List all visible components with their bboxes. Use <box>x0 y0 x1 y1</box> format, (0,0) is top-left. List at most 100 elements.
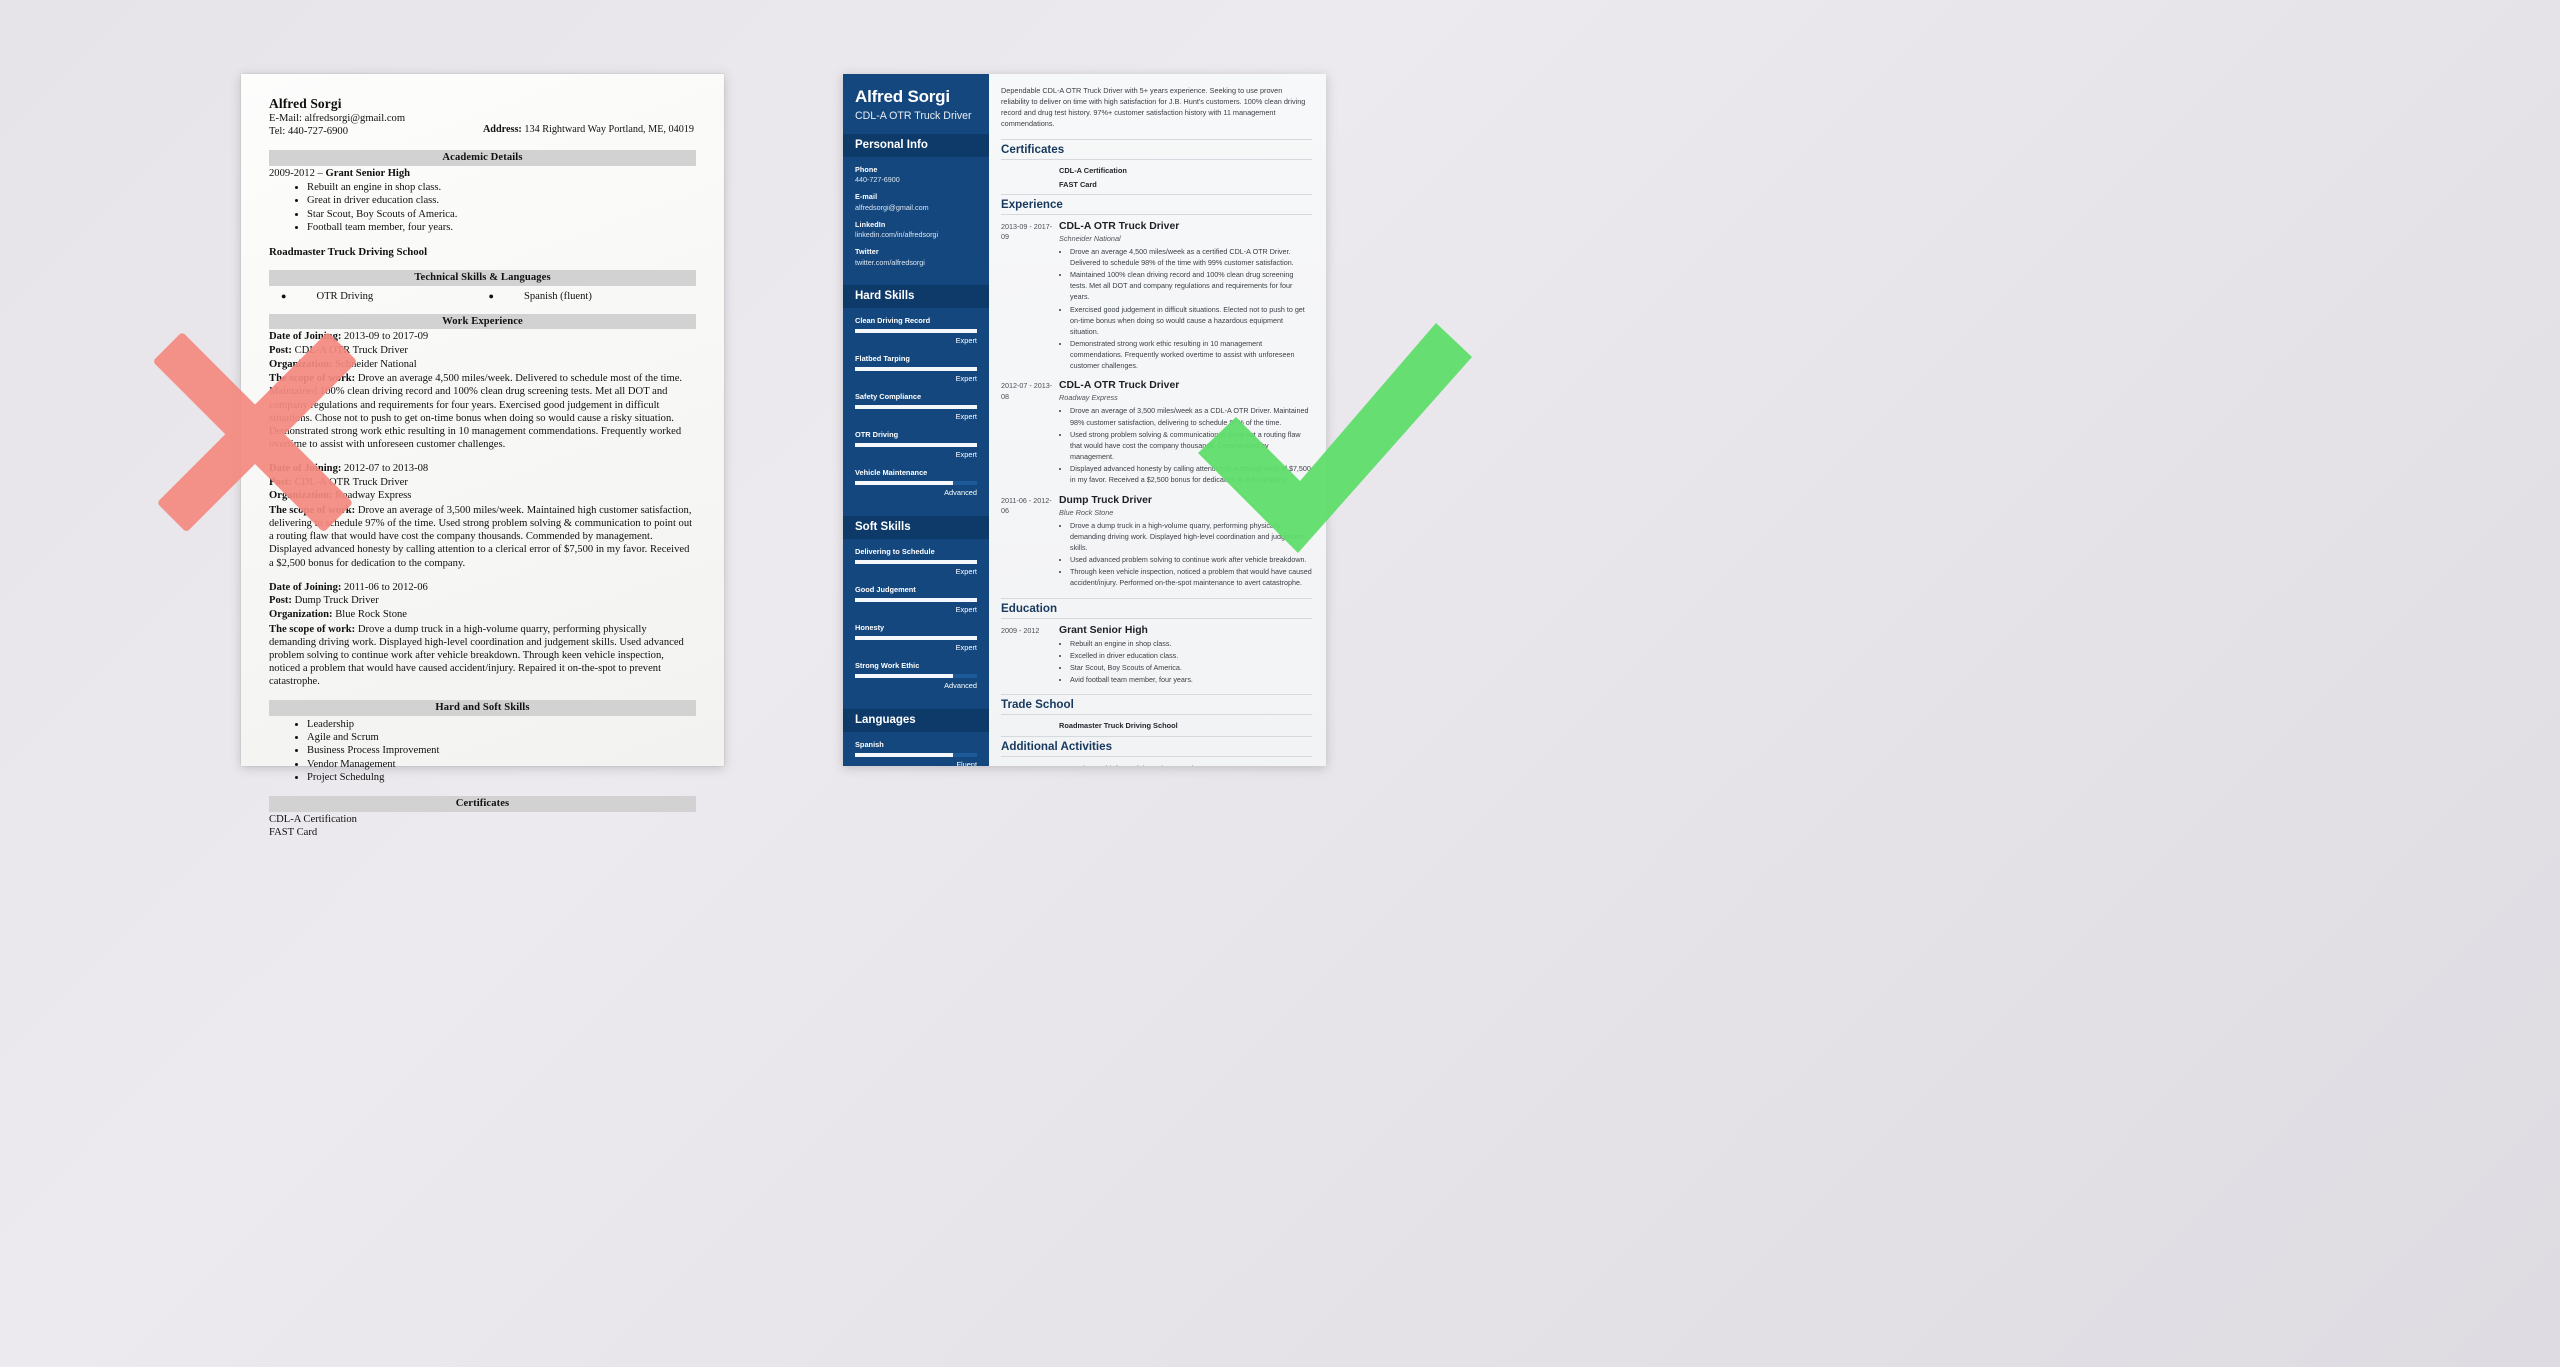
bad-technical-columns: ● OTR Driving ● Spanish (fluent) <box>269 291 696 302</box>
skill-level: Expert <box>955 335 977 345</box>
skill-fill <box>855 366 977 371</box>
bad-technical-right-col: ● Spanish (fluent) <box>489 291 697 302</box>
bullet-icon: ● <box>488 290 494 301</box>
bad-work-org-value: Roadway Express <box>332 490 412 502</box>
skill-track <box>855 404 977 409</box>
bad-work-org-label: Organization: <box>269 490 333 502</box>
skill-meter: Vehicle Maintenance Advanced <box>855 468 977 497</box>
bad-work-scope: The scope of work: Drove a dump truck in… <box>269 623 696 689</box>
sidebar-section-languages: Languages <box>843 708 989 732</box>
list-item: Rebuilt an engine in shop class. <box>307 181 696 194</box>
list-item: Vendor Management <box>307 758 696 771</box>
section-heading-certificates: Certificates <box>1001 138 1312 160</box>
skill-meter: OTR Driving Expert <box>855 430 977 459</box>
bad-work-job: Date of Joining: 2011-06 to 2012-06 Post… <box>269 582 696 689</box>
bad-work-scope-value: Drove an average 4,500 miles/week. Deliv… <box>269 373 683 450</box>
experience-company: Blue Rock Stone <box>1059 507 1114 517</box>
skill-track <box>855 442 977 447</box>
contact-label: E-mail <box>855 192 878 202</box>
bad-work-post-value: Dump Truck Driver <box>291 595 379 607</box>
bad-work-scope-label: The scope of work: <box>269 623 356 635</box>
bad-academic-years: 2009-2012 – <box>269 167 326 179</box>
bad-section-heading-academic: Academic Details <box>269 150 696 166</box>
list-item: Maintained 100% clean driving record and… <box>1070 269 1312 302</box>
skill-meter: Flatbed Tarping Expert <box>855 354 977 383</box>
experience-date: 2013-09 - 2017-09 <box>1001 221 1053 242</box>
list-item: Work out with freeweights twice a week. <box>1070 763 1312 766</box>
skill-fill <box>855 559 977 564</box>
good-resume-sidebar: Alfred Sorgi CDL-A OTR Truck Driver Pers… <box>843 74 989 766</box>
bad-technical-right-item: Spanish (fluent) <box>523 290 592 302</box>
experience-entry: 2013-09 - 2017-09 CDL-A OTR Truck Driver… <box>1001 221 1312 373</box>
skill-meter: Clean Driving Record Expert <box>855 316 977 345</box>
professional-summary: Dependable CDL-A OTR Truck Driver with 5… <box>1001 86 1306 128</box>
bad-work-post-label: Post: <box>269 476 292 488</box>
education-date: 2009 - 2012 <box>1001 625 1040 635</box>
bad-work-date-label: Date of Joining: <box>269 581 342 593</box>
skill-fill <box>855 480 953 485</box>
bad-work-org-value: Schneider National <box>332 358 417 370</box>
bad-work-post-label: Post: <box>269 344 292 356</box>
language-fill <box>855 752 953 757</box>
bad-work-date: Date of Joining: 2011-06 to 2012-06 <box>269 582 696 595</box>
bad-technical-left-item: OTR Driving <box>316 290 374 302</box>
skill-level: Advanced <box>944 680 977 690</box>
bad-resume-email: E-Mail: alfredsorgi@gmail.com <box>269 113 406 124</box>
bad-work-scope-label: The scope of work: <box>269 505 356 517</box>
experience-job-title: CDL-A OTR Truck Driver <box>1059 220 1180 232</box>
list-item: Avid football team member, four years. <box>1070 674 1312 685</box>
skill-meter: Honesty Expert <box>855 623 977 652</box>
list-item: Displayed advanced honesty by calling at… <box>1070 463 1312 485</box>
bad-section-heading-technical: Technical Skills & Languages <box>269 270 696 286</box>
bad-resume-contact-left: E-Mail: alfredsorgi@gmail.com Tel: 440-7… <box>269 113 405 138</box>
section-heading-additional-activities: Additional Activities <box>1001 736 1312 758</box>
experience-entry: 2011-06 - 2012-06 Dump Truck Driver Blue… <box>1001 495 1312 590</box>
bad-resume-contact-row: E-Mail: alfredsorgi@gmail.com Tel: 440-7… <box>269 113 696 138</box>
list-item: Agile and Scrum <box>307 731 696 744</box>
bad-work-org: Organization: Roadway Express <box>269 490 696 503</box>
contact-item-phone: Phone 440-727-6900 <box>855 165 977 185</box>
bullet-icon: ● <box>281 290 287 301</box>
contact-item-linkedin: LinkedIn linkedin.com/in/alfredsorgi <box>855 220 977 240</box>
bad-academic-trade-school: Roadmaster Truck Driving School <box>269 246 428 259</box>
skill-meter: Strong Work Ethic Advanced <box>855 661 977 690</box>
skill-fill <box>855 442 977 447</box>
skill-name: Safety Compliance <box>855 391 922 401</box>
skill-track <box>855 635 977 640</box>
list-item: Through keen vehicle inspection, noticed… <box>1070 566 1312 588</box>
contact-value: alfredsorgi@gmail.com <box>855 202 929 212</box>
bad-resume-address-value: 134 Rightward Way Portland, ME, 04019 <box>524 124 694 135</box>
bad-work-org: Organization: Schneider National <box>269 359 696 372</box>
bad-work-org: Organization: Blue Rock Stone <box>269 609 696 622</box>
bad-resume-address-label: Address: <box>482 124 522 135</box>
skill-name: Honesty <box>855 622 885 632</box>
skill-name: Good Judgement <box>855 584 916 594</box>
experience-bullets: Drove an average 4,500 miles/week as a c… <box>1059 246 1312 372</box>
bad-work-post: Post: CDL-A OTR Truck Driver <box>269 345 696 358</box>
list-item: Star Scout, Boy Scouts of America. <box>307 208 696 221</box>
experience-detail: Dump Truck Driver Blue Rock Stone Drove … <box>1059 495 1312 590</box>
sidebar-soft-skills-body: Delivering to Schedule Expert Good Judge… <box>843 539 989 709</box>
experience-job-title: Dump Truck Driver <box>1059 494 1152 506</box>
comparison-stage: Alfred Sorgi E-Mail: alfredsorgi@gmail.c… <box>0 0 2560 1367</box>
skill-level: Advanced <box>944 487 977 497</box>
language-track <box>855 752 977 757</box>
skill-level: Expert <box>955 642 977 652</box>
experience-company: Roadway Express <box>1059 393 1118 403</box>
bad-work-date: Date of Joining: 2012-07 to 2013-08 <box>269 463 696 476</box>
sidebar-header: Alfred Sorgi CDL-A OTR Truck Driver <box>843 74 989 134</box>
contact-value: linkedin.com/in/alfredsorgi <box>855 230 939 240</box>
experience-bullets: Drove a dump truck in a high-volume quar… <box>1059 520 1312 589</box>
skill-track <box>855 597 977 602</box>
list-item: Exercised good judgement in difficult si… <box>1070 304 1312 337</box>
skill-track <box>855 559 977 564</box>
list-item: Drove a dump truck in a high-volume quar… <box>1070 520 1312 553</box>
skill-track <box>855 480 977 485</box>
bad-section-heading-work: Work Experience <box>269 313 696 330</box>
skill-track <box>855 366 977 371</box>
list-item: Drove an average of 3,500 miles/week as … <box>1070 405 1312 427</box>
bad-work-scope: The scope of work: Drove an average 4,50… <box>269 372 696 451</box>
list-item: Star Scout, Boy Scouts of America. <box>1070 662 1312 673</box>
bad-work-org-label: Organization: <box>269 358 333 370</box>
sidebar-personal-info-body: Phone 440-727-6900 E-mail alfredsorgi@gm… <box>843 157 989 285</box>
